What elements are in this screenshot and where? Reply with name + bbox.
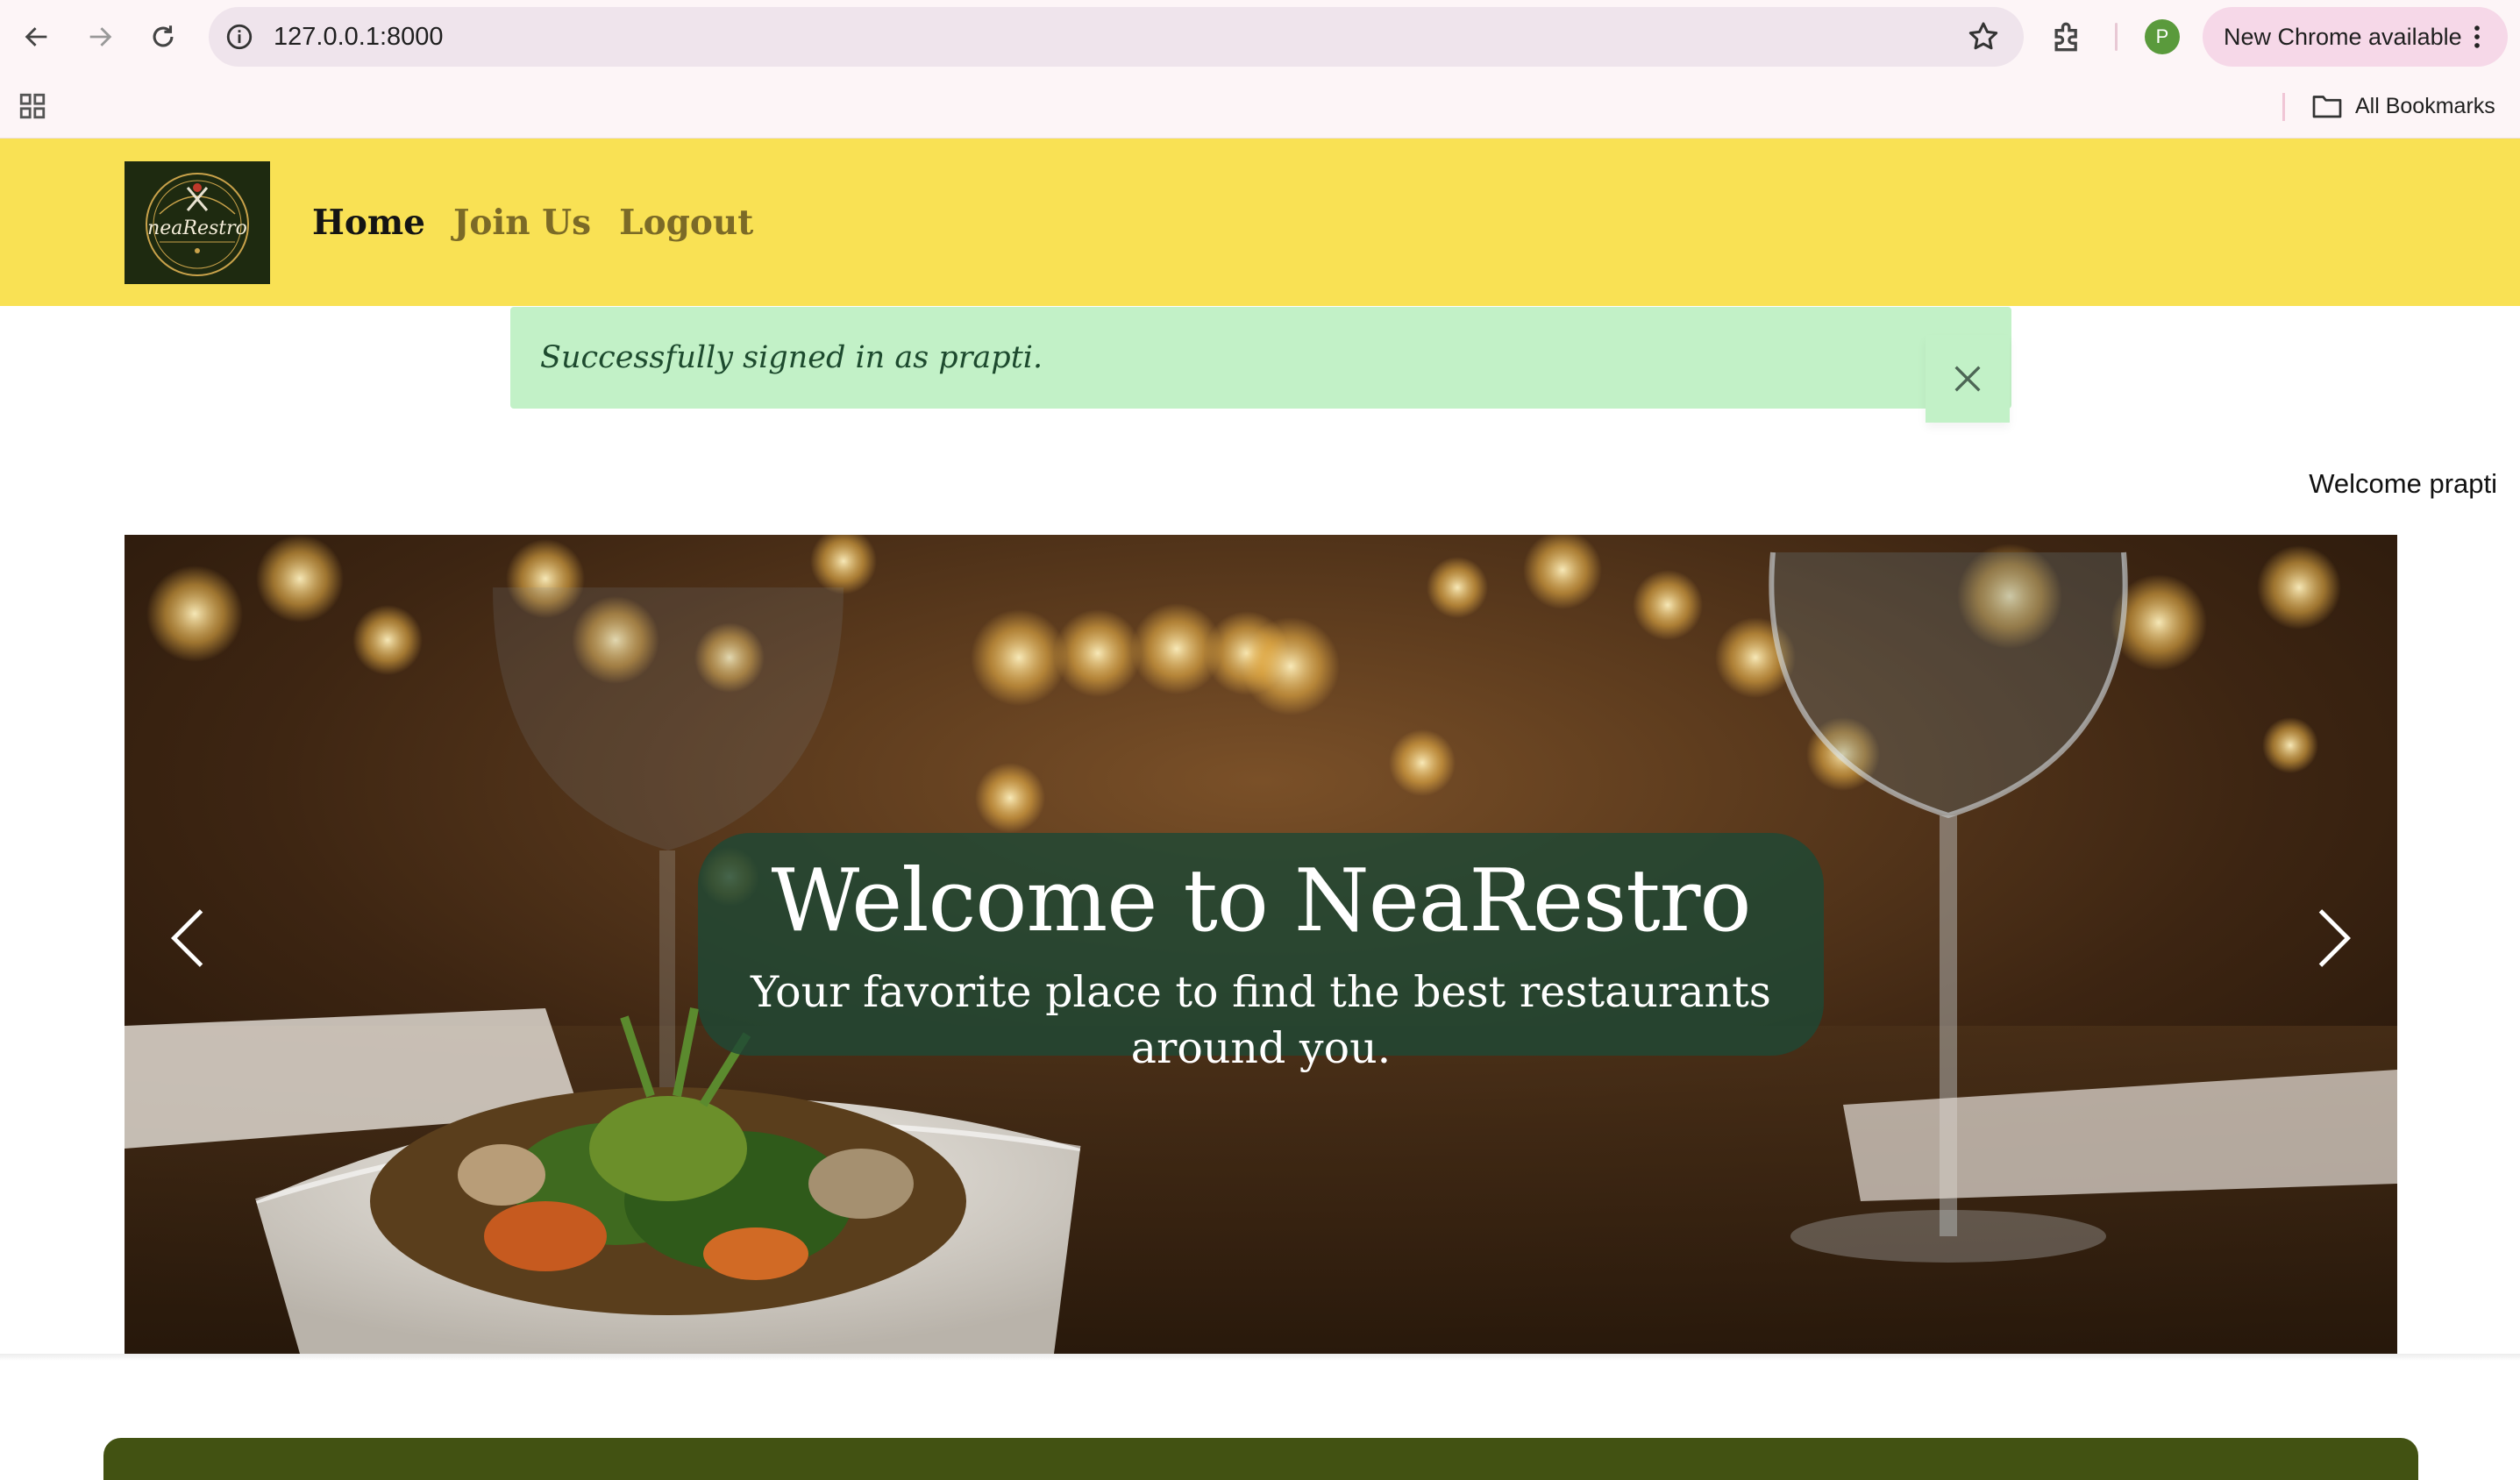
- logo-text: neaRestro: [147, 217, 247, 239]
- forward-icon: [89, 27, 112, 46]
- all-bookmarks-button[interactable]: All Bookmarks: [2311, 89, 2495, 123]
- success-alert: Successfully signed in as prapti.: [510, 307, 2011, 423]
- hero-carousel: Welcome to NeaRestro Your favorite place…: [125, 535, 2397, 1354]
- more-icon[interactable]: [2462, 22, 2492, 52]
- bookmarks-divider: [2282, 93, 2285, 121]
- address-bar[interactable]: 127.0.0.1:8000: [209, 7, 2024, 67]
- extensions-icon[interactable]: [2048, 18, 2087, 56]
- carousel-next-button[interactable]: [2299, 886, 2369, 991]
- reload-icon: [153, 25, 174, 47]
- section-divider: [0, 1354, 2520, 1361]
- main-nav: Home Join Us Logout: [312, 139, 753, 306]
- toolbar-divider: [2115, 23, 2118, 51]
- welcome-user-text: Welcome prapti: [2309, 468, 2497, 499]
- featured-section: [103, 1438, 2418, 1480]
- chevron-left-icon: [171, 909, 203, 967]
- folder-icon: [2312, 96, 2342, 118]
- reload-button[interactable]: [140, 14, 186, 60]
- info-icon[interactable]: [224, 22, 254, 52]
- browser-toolbar: 127.0.0.1:8000 P New Chrome available: [0, 0, 2520, 74]
- apps-icon[interactable]: [18, 91, 47, 121]
- site-header: neaRestro Home Join Us Logout: [0, 139, 2520, 306]
- back-icon: [25, 27, 47, 46]
- carousel-prev-button[interactable]: [153, 886, 223, 991]
- carousel-caption: Welcome to NeaRestro Your favorite place…: [698, 833, 1824, 1073]
- all-bookmarks-label: All Bookmarks: [2355, 93, 2495, 118]
- bookmarks-bar: All Bookmarks: [0, 74, 2520, 139]
- alert-message: Successfully signed in as prapti.: [540, 340, 1043, 375]
- nav-logout-link[interactable]: Logout: [619, 203, 753, 243]
- carousel-subtitle: Your favorite place to find the best res…: [751, 967, 1771, 1073]
- chevron-right-icon: [2318, 909, 2351, 967]
- update-chrome-label: New Chrome available: [2224, 24, 2462, 50]
- url-text[interactable]: 127.0.0.1:8000: [274, 7, 444, 67]
- carousel-title: Welcome to NeaRestro: [771, 851, 1751, 951]
- close-icon: [1954, 366, 1981, 392]
- nav-join-us-link[interactable]: Join Us: [453, 203, 591, 243]
- profile-avatar[interactable]: P: [2145, 19, 2180, 54]
- back-button[interactable]: [14, 14, 60, 60]
- update-chrome-button[interactable]: New Chrome available: [2203, 7, 2508, 67]
- alert-close-button[interactable]: [1926, 335, 2010, 423]
- nearestro-logo[interactable]: neaRestro: [125, 161, 270, 284]
- star-icon[interactable]: [1966, 19, 2001, 54]
- forward-button[interactable]: [77, 14, 123, 60]
- nav-home-link[interactable]: Home: [312, 203, 425, 243]
